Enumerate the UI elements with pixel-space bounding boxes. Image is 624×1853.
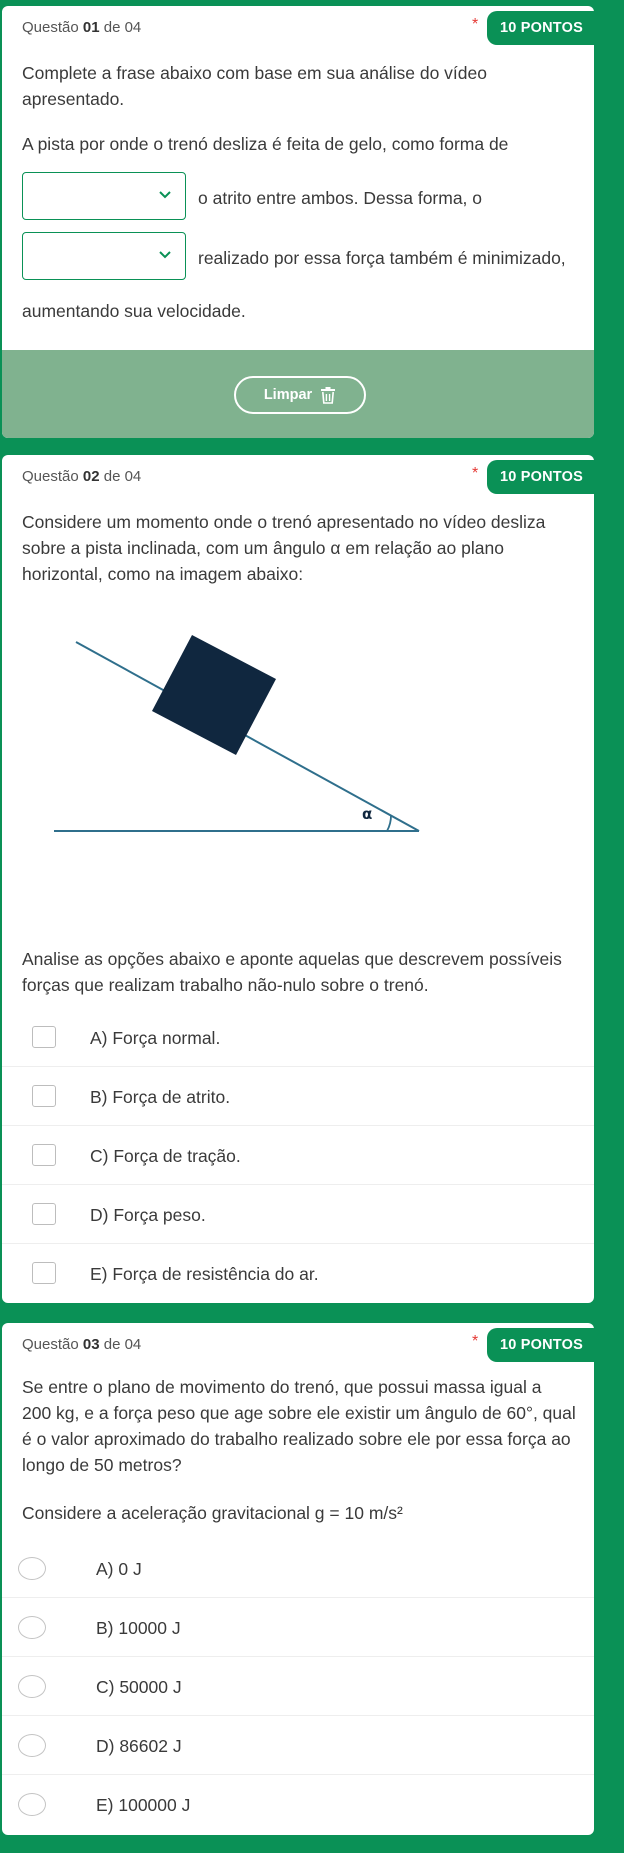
required-mark: *: [472, 1333, 479, 1350]
question-header: Questão 01 de 04 * 10 PONTOS: [2, 6, 594, 46]
option-label: B) Força de atrito.: [90, 1087, 231, 1107]
question-hint: Considere a aceleração gravitacional g =…: [22, 1503, 403, 1523]
question-number: Questão 02 de 04: [22, 468, 142, 485]
clear-button-label: Limpar: [263, 387, 313, 403]
question-prompt-line-4: longo de 50 metros?: [22, 1455, 182, 1475]
option-label: C) Força de tração.: [90, 1146, 241, 1166]
question-number: Questão 01 de 04: [22, 19, 142, 36]
sentence-start: A pista por onde o trenó desliza é feita…: [22, 134, 509, 154]
option-row[interactable]: E) Força de resistência do ar.: [2, 1244, 594, 1303]
option-row[interactable]: E) 100000 J: [2, 1775, 594, 1834]
points-badge: 10 PONTOS: [487, 460, 594, 494]
option-label: D) 86602 J: [96, 1736, 182, 1756]
points-badge: 10 PONTOS: [487, 1328, 594, 1362]
radio-button[interactable]: [18, 1793, 46, 1816]
radio-button[interactable]: [18, 1557, 46, 1580]
fill-select-1[interactable]: [22, 172, 186, 220]
option-row[interactable]: B) 10000 J: [2, 1598, 594, 1657]
question-prompt-line-1: Considere um momento onde o trenó aprese…: [22, 512, 546, 532]
checkbox[interactable]: [32, 1262, 56, 1284]
instruction-line-1: Analise as opções abaixo e aponte aquela…: [22, 949, 562, 969]
option-label: B) 10000 J: [96, 1618, 181, 1638]
question-card-1: Questão 01 de 04 * 10 PONTOS Complete a …: [2, 6, 594, 438]
option-label: A) Força normal.: [90, 1028, 221, 1048]
question-header: Questão 03 de 04 * 10 PONTOS: [2, 1323, 594, 1363]
question-prompt-line-2: 200 kg, e a força peso que age sobre ele…: [22, 1403, 576, 1423]
radio-button[interactable]: [18, 1616, 46, 1639]
option-label: E) Força de resistência do ar.: [90, 1264, 319, 1284]
option-label: D) Força peso.: [90, 1205, 206, 1225]
sentence-after-select-1: o atrito entre ambos. Dessa forma, o: [198, 188, 483, 208]
option-row[interactable]: D) Força peso.: [2, 1185, 594, 1244]
question-prompt-line-3: horizontal, como na imagem abaixo:: [22, 564, 304, 584]
question-prompt-line-2: sobre a pista inclinada, com um ângulo α…: [22, 538, 504, 558]
required-mark: *: [472, 465, 479, 482]
angle-arc: [386, 814, 392, 832]
checkbox[interactable]: [32, 1026, 56, 1048]
clear-bar: Limpar: [2, 350, 594, 438]
fill-select-2[interactable]: [22, 232, 186, 280]
radio-options: A) 0 J B) 10000 J C) 50000 J D) 86602 J …: [2, 1539, 594, 1835]
question-prompt-line-3: é o valor aproximado do trabalho realiza…: [22, 1429, 571, 1449]
option-label: E) 100000 J: [96, 1795, 191, 1815]
radio-button[interactable]: [18, 1734, 46, 1757]
checkbox[interactable]: [32, 1085, 56, 1107]
question-number: Questão 03 de 04: [22, 1336, 142, 1353]
incline-figure: α: [54, 635, 420, 832]
points-badge: 10 PONTOS: [487, 11, 594, 45]
question-prompt-line-1: Se entre o plano de movimento do trenó, …: [22, 1377, 542, 1397]
question-card-2: Questão 02 de 04 * 10 PONTOS Considere u…: [2, 455, 594, 1303]
option-row[interactable]: A) Força normal.: [2, 1008, 594, 1067]
checkbox[interactable]: [32, 1203, 56, 1225]
required-mark: *: [472, 16, 479, 33]
radio-button[interactable]: [18, 1675, 46, 1698]
sled-block: [152, 635, 276, 755]
option-label: C) 50000 J: [96, 1677, 182, 1697]
angle-label: α: [362, 805, 372, 823]
trash-icon: [321, 386, 336, 404]
question-prompt: Complete a frase abaixo com base em sua …: [22, 63, 487, 109]
option-label: A) 0 J: [96, 1559, 142, 1579]
question-header: Questão 02 de 04 * 10 PONTOS: [2, 455, 594, 495]
option-row[interactable]: C) 50000 J: [2, 1657, 594, 1716]
sentence-after-select-2: realizado por essa força também é minimi…: [198, 248, 566, 268]
checkbox[interactable]: [32, 1144, 56, 1166]
option-row[interactable]: B) Força de atrito.: [2, 1067, 594, 1126]
option-row[interactable]: C) Força de tração.: [2, 1126, 594, 1185]
chevron-down-icon: [159, 251, 171, 259]
question-card-3: Questão 03 de 04 * 10 PONTOS Se entre o …: [2, 1323, 594, 1835]
option-row[interactable]: D) 86602 J: [2, 1716, 594, 1775]
instruction-line-2: forças que realizam trabalho não-nulo so…: [22, 975, 429, 995]
clear-button[interactable]: Limpar: [234, 376, 366, 414]
option-row[interactable]: A) 0 J: [2, 1539, 594, 1598]
sentence-end: aumentando sua velocidade.: [22, 301, 246, 321]
chevron-down-icon: [159, 191, 171, 199]
checkbox-options: A) Força normal. B) Força de atrito. C) …: [2, 1008, 594, 1303]
